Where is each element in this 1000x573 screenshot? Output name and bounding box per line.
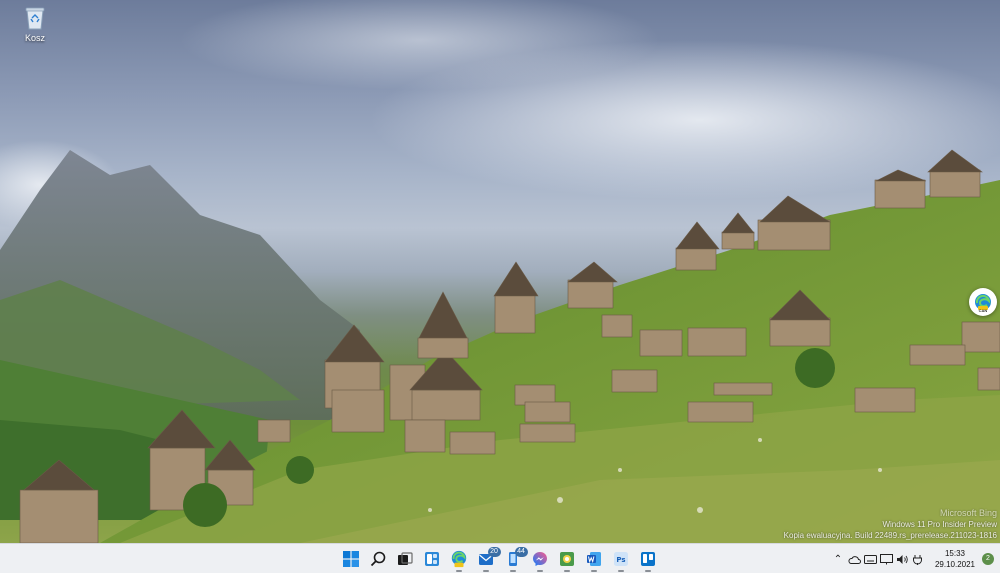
widgets-icon xyxy=(424,552,439,566)
chevron-up-icon: ⌃ xyxy=(833,553,843,565)
search-button[interactable] xyxy=(365,546,391,572)
search-icon xyxy=(370,551,385,567)
taskbar-messenger[interactable] xyxy=(527,546,553,572)
svg-text:Ps: Ps xyxy=(616,556,625,564)
photoshop-icon: Ps xyxy=(613,552,628,566)
clock-time: 15:33 xyxy=(944,549,966,558)
start-button[interactable] xyxy=(338,546,364,572)
taskbar-photoshop[interactable]: Ps xyxy=(608,546,634,572)
bing-brand: Microsoft Bing xyxy=(939,508,997,518)
watermark-build: Kopia ewaluacyjna. Build 22489.rs_prerel… xyxy=(783,531,997,540)
mail-unread-badge: 20 xyxy=(487,547,501,557)
desktop-watermark: Microsoft Bing Windows 11 Pro Insider Pr… xyxy=(784,508,997,541)
desktop-icon-label: Kosz xyxy=(24,33,45,43)
windows-start-icon xyxy=(342,551,359,567)
tray-battery[interactable] xyxy=(910,551,926,567)
cloud-icon xyxy=(847,555,861,564)
app-green-icon xyxy=(559,552,574,566)
task-view-button[interactable] xyxy=(392,546,418,572)
taskbar-trello[interactable] xyxy=(635,546,661,572)
tray-overflow-button[interactable]: ⌃ xyxy=(830,551,846,567)
widgets-button[interactable] xyxy=(419,546,445,572)
taskbar-clock[interactable]: 15:33 29.10.2021 xyxy=(932,548,978,570)
keyboard-icon xyxy=(863,554,877,564)
taskbar-word[interactable] xyxy=(581,546,607,572)
desktop-icon-recycle-bin[interactable]: Kosz xyxy=(14,6,56,43)
taskbar-apps: 20 44 Ps xyxy=(337,544,661,573)
wallpaper-scene xyxy=(0,0,1000,543)
tray-onedrive[interactable] xyxy=(846,551,862,567)
floating-edge-canary-button[interactable]: CAN xyxy=(969,288,997,316)
speaker-icon xyxy=(896,554,908,564)
system-tray: ⌃ 15:33 29.10.2021 2 xyxy=(830,544,1000,573)
word-icon xyxy=(586,552,601,566)
edge-canary-icon xyxy=(451,550,466,568)
recycle-bin-icon xyxy=(24,6,46,30)
task-view-icon xyxy=(397,552,413,565)
notification-center-badge[interactable]: 2 xyxy=(982,553,994,565)
tray-volume[interactable] xyxy=(894,551,910,567)
phone-link-badge: 44 xyxy=(514,547,528,557)
taskbar: 20 44 Ps ⌃ 15:33 29.10.2021 2 xyxy=(0,543,1000,573)
clock-date: 29.10.2021 xyxy=(934,560,976,569)
battery-plug-icon xyxy=(912,554,922,565)
trello-icon xyxy=(640,552,655,566)
watermark-edition: Windows 11 Pro Insider Preview xyxy=(882,520,997,529)
tray-network[interactable] xyxy=(878,551,894,567)
taskbar-phone-link[interactable]: 44 xyxy=(500,546,528,572)
tray-keyboard[interactable] xyxy=(862,551,878,567)
taskbar-green-app[interactable] xyxy=(554,546,580,572)
desktop-wallpaper: Kosz CAN Microsoft Bing Windows 11 Pro I… xyxy=(0,0,1000,543)
taskbar-mail[interactable]: 20 xyxy=(473,546,501,572)
network-monitor-icon xyxy=(879,553,893,564)
taskbar-edge-canary[interactable] xyxy=(446,546,472,572)
messenger-icon xyxy=(532,552,547,566)
canary-label: CAN xyxy=(978,308,988,313)
